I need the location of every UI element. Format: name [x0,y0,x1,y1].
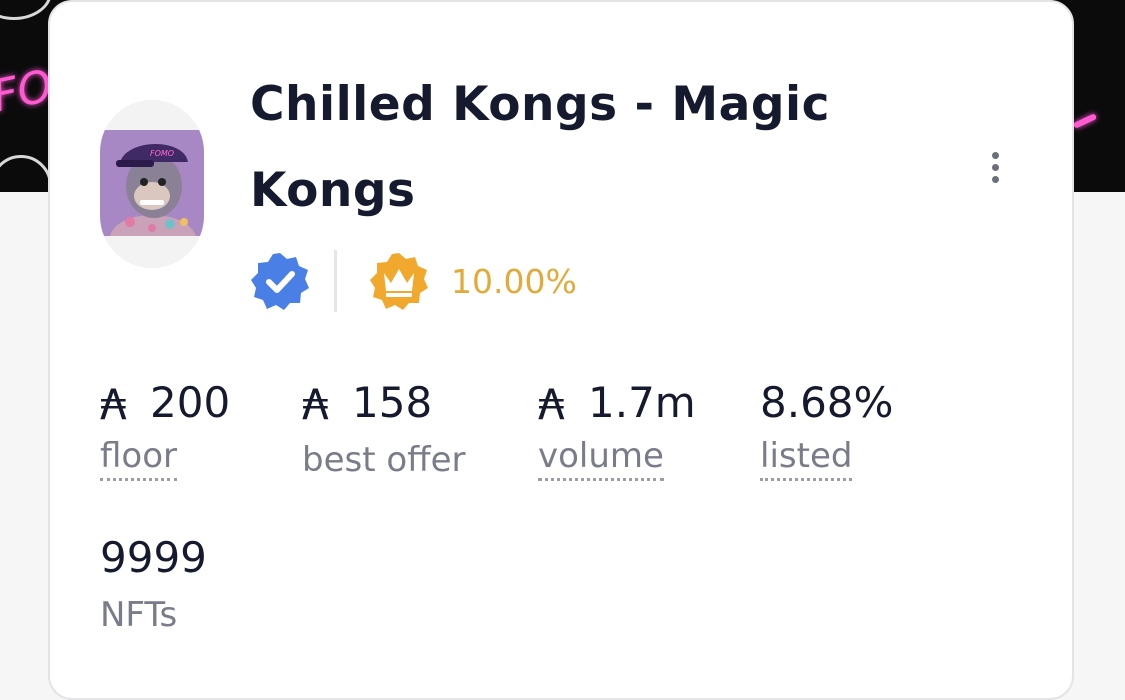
menu-dot [991,151,999,159]
banner-decoration [0,0,52,20]
algo-currency-icon: ₳ [100,380,127,429]
stat-nfts: 9999 NFTs [100,531,207,639]
svg-text:FOMO: FOMO [150,149,174,158]
volume-value: ₳ 1.7m [538,376,696,430]
floor-value: ₳ 200 [100,376,230,430]
badge-divider [334,250,337,312]
verified-badge-icon[interactable] [250,251,310,311]
banner-decoration [0,155,52,192]
menu-dot [991,163,999,171]
listed-value: 8.68% [760,378,894,427]
stat-volume: ₳ 1.7m volume [538,376,696,481]
algo-currency-icon: ₳ [302,380,329,429]
crown-badge-icon[interactable] [369,251,429,311]
nfts-label: NFTs [100,595,178,635]
floor-amount: 200 [150,378,231,427]
more-options-button[interactable] [980,144,1010,190]
algo-currency-icon: ₳ [538,380,565,429]
collection-title-line: Kongs [250,163,416,218]
stat-listed: 8.68% listed [760,376,893,481]
listed-label[interactable]: listed [760,436,853,481]
floor-label[interactable]: floor [100,436,177,481]
best-offer-value: ₳ 158 [302,376,465,430]
best-offer-amount: 158 [352,378,433,427]
collection-badges: 10.00% [250,248,577,314]
collection-card: FOMO Chilled Kongs - Magic Kongs 10.00% … [48,0,1074,700]
banner-decoration [1072,113,1098,129]
menu-dot [991,175,999,183]
volume-amount: 1.7m [588,378,696,427]
collection-title: Chilled Kongs - Magic Kongs [250,62,890,234]
stat-floor: ₳ 200 floor [100,376,230,481]
volume-label[interactable]: volume [538,436,664,481]
nfts-value: 9999 [100,533,207,582]
stat-best-offer: ₳ 158 best offer [302,376,465,484]
kong-avatar-image: FOMO [100,130,204,236]
collection-avatar[interactable]: FOMO [100,100,204,268]
best-offer-label: best offer [302,440,466,480]
collection-title-line: Chilled Kongs - Magic [250,77,830,132]
royalty-percentage: 10.00% [451,261,577,301]
